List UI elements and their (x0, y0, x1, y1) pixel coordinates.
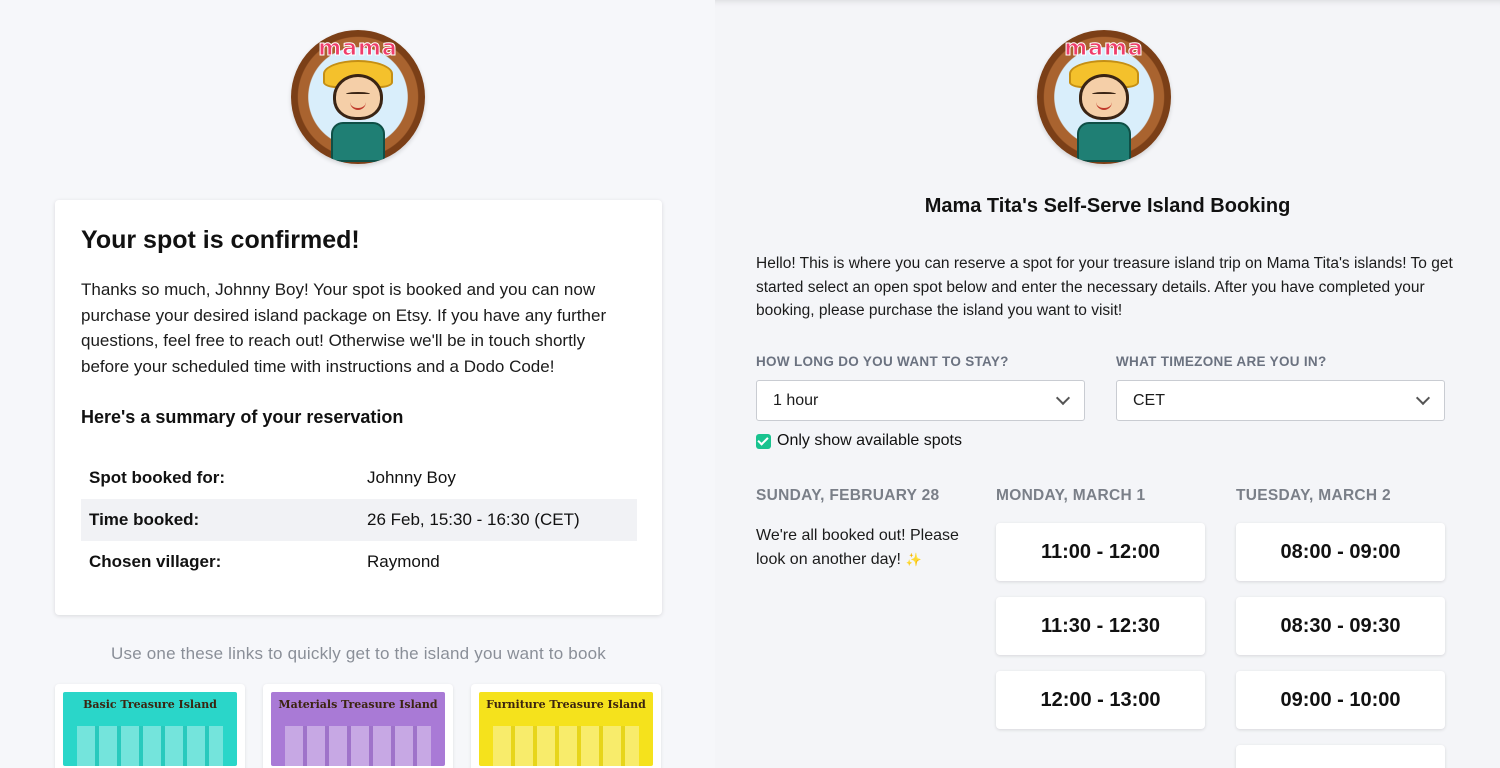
confirmation-panel: mama tita Your spot is confirmed! Thanks… (0, 0, 715, 768)
summary-row: Time booked: 26 Feb, 15:30 - 16:30 (CET) (81, 499, 637, 541)
booking-intro: Hello! This is where you can reserve a s… (756, 255, 1453, 319)
island-link-furniture[interactable]: Furniture Treasure Island (471, 684, 661, 768)
summary-value: Johnny Boy (367, 468, 456, 487)
island-thumbnail-title: Furniture Treasure Island (486, 698, 646, 711)
island-thumbnail: Furniture Treasure Island (479, 692, 653, 766)
logo-face (333, 74, 383, 120)
stay-duration-label: HOW LONG DO YOU WANT TO STAY? (756, 354, 1009, 369)
island-thumbnail-title: Basic Treasure Island (83, 698, 217, 711)
day-heading: TUESDAY, MARCH 2 (1236, 487, 1391, 504)
mama-tita-logo: mama tita (291, 30, 425, 164)
sparkle-icon: ✨ (905, 551, 922, 567)
island-thumbnail: Materials Treasure Island (271, 692, 445, 766)
summary-label: Chosen villager: (89, 552, 222, 571)
timezone-select[interactable]: CET (1116, 380, 1445, 421)
available-only-label: Only show available spots (777, 432, 962, 449)
summary-label: Time booked: (81, 499, 359, 541)
summary-value: 26 Feb, 15:30 - 16:30 (CET) (359, 499, 637, 541)
timezone-label: WHAT TIMEZONE ARE YOU IN? (1116, 354, 1327, 369)
time-slot-button[interactable]: 11:00 - 12:00 (996, 523, 1205, 581)
island-link-materials[interactable]: Materials Treasure Island (263, 684, 453, 768)
summary-heading: Here's a summary of your reservation (81, 407, 404, 427)
island-thumbnail-grid (493, 726, 639, 766)
island-thumbnail-grid (285, 726, 431, 766)
logo-apron (1077, 122, 1131, 162)
chevron-down-icon (1415, 390, 1431, 406)
island-thumbnail-title: Materials Treasure Island (278, 698, 438, 711)
confirmation-message: Thanks so much, Johnny Boy! Your spot is… (81, 280, 607, 376)
summary-row: Chosen villager: Raymond (81, 541, 637, 583)
stay-duration-select[interactable]: 1 hour (756, 380, 1085, 421)
time-slot-button[interactable]: 09:00 - 10:00 (1236, 671, 1445, 729)
mama-tita-logo: mama tita (1037, 30, 1171, 164)
summary-row: Spot booked for: Johnny Boy (81, 457, 637, 499)
island-link-basic[interactable]: Basic Treasure Island (55, 684, 245, 768)
time-slot-button[interactable]: 08:30 - 09:30 (1236, 597, 1445, 655)
time-slot-button[interactable]: 08:00 - 09:00 (1236, 523, 1445, 581)
summary-value: Raymond (367, 552, 440, 571)
booked-out-message: We're all booked out! Please look on ano… (756, 524, 976, 571)
day-heading: MONDAY, MARCH 1 (996, 487, 1146, 504)
logo-eyes (346, 92, 370, 96)
time-slot-button-partial[interactable] (1236, 745, 1445, 768)
time-slot-button[interactable]: 11:30 - 12:30 (996, 597, 1205, 655)
stay-duration-value: 1 hour (773, 391, 819, 409)
available-only-toggle[interactable]: Only show available spots (756, 432, 962, 450)
checkbox-checked-icon[interactable] (756, 433, 771, 449)
island-links: Basic Treasure Island Materials Treasure… (55, 684, 662, 768)
summary-label: Spot booked for: (89, 468, 225, 487)
confirmation-card: Your spot is confirmed! Thanks so much, … (55, 200, 662, 615)
day-heading: SUNDAY, FEBRUARY 28 (756, 487, 940, 504)
island-thumbnail: Basic Treasure Island (63, 692, 237, 766)
booking-panel: mama tita Mama Tita's Self-Serve Island … (715, 0, 1500, 768)
booking-title: Mama Tita's Self-Serve Island Booking (924, 195, 1291, 217)
logo-face (1079, 74, 1129, 120)
chevron-down-icon (1055, 390, 1071, 406)
island-links-hint: Use one these links to quickly get to th… (111, 644, 606, 663)
logo-apron (331, 122, 385, 162)
confirmation-title: Your spot is confirmed! (81, 226, 360, 254)
island-thumbnail-grid (77, 726, 223, 766)
timezone-value: CET (1133, 391, 1165, 409)
reservation-summary-table: Spot booked for: Johnny Boy Time booked:… (81, 457, 637, 583)
time-slot-button[interactable]: 12:00 - 13:00 (996, 671, 1205, 729)
logo-eyes (1092, 92, 1116, 96)
booked-out-text: We're all booked out! Please look on ano… (756, 527, 959, 568)
